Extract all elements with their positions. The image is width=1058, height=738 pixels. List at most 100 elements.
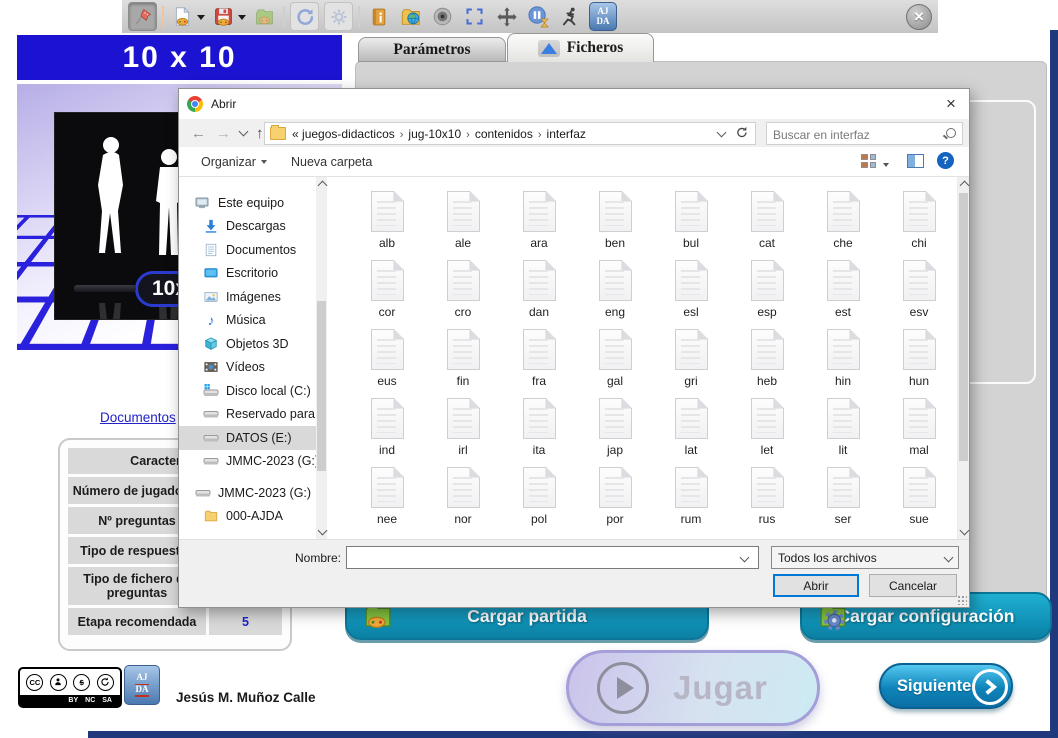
sidebar-item-jmmc-2023[interactable]: JMMC-2023 (G:) xyxy=(179,450,316,474)
sidebar-item-datos-e[interactable]: DATOS (E:) xyxy=(179,426,316,450)
sidebar-scrollbar[interactable] xyxy=(316,177,327,539)
sidebar-item-jmmc-2023-group[interactable]: JMMC-2023 (G:) xyxy=(179,481,316,505)
view-mode-icon[interactable] xyxy=(861,154,876,168)
exit-run-icon[interactable] xyxy=(557,3,584,30)
history-chevron-icon[interactable] xyxy=(239,127,249,137)
file-item[interactable]: hun xyxy=(881,329,957,398)
file-item[interactable]: gri xyxy=(653,329,729,398)
tab-ficheros[interactable]: Ficheros xyxy=(507,33,654,62)
file-item[interactable]: esl xyxy=(653,260,729,329)
file-item[interactable]: est xyxy=(805,260,881,329)
resize-grip[interactable] xyxy=(957,595,967,605)
file-item[interactable]: eng xyxy=(577,260,653,329)
file-item[interactable]: let xyxy=(729,398,805,467)
sidebar-item-000-ajda[interactable]: 000-AJDA xyxy=(179,505,316,529)
siguiente-button[interactable]: Siguiente xyxy=(879,663,1013,709)
file-name-input[interactable] xyxy=(346,546,759,569)
file-item[interactable]: jap xyxy=(577,398,653,467)
preview-pane-icon[interactable] xyxy=(907,154,924,168)
file-item[interactable]: pol xyxy=(501,467,577,536)
new-folder-button[interactable]: Nueva carpeta xyxy=(291,147,372,176)
address-bar[interactable]: « juegos-didacticos›jug-10x10›contenidos… xyxy=(264,122,756,145)
move-arrows-icon[interactable] xyxy=(493,3,520,30)
file-item[interactable]: ind xyxy=(349,398,425,467)
jugar-button[interactable]: Jugar xyxy=(566,650,820,726)
up-arrow-icon[interactable]: ↑ xyxy=(256,126,264,141)
file-item[interactable]: gal xyxy=(577,329,653,398)
file-item[interactable]: sue xyxy=(881,467,957,536)
file-item[interactable]: bul xyxy=(653,191,729,260)
file-item[interactable]: cor xyxy=(349,260,425,329)
file-item[interactable]: ben xyxy=(577,191,653,260)
organize-button[interactable]: Organizar xyxy=(201,147,267,176)
sidebar-item-descargas[interactable]: Descargas xyxy=(179,215,316,239)
address-dropdown-icon[interactable] xyxy=(717,127,727,137)
file-list-scrollbar[interactable] xyxy=(957,177,969,539)
file-item[interactable]: ser xyxy=(805,467,881,536)
web-folder-icon[interactable] xyxy=(397,3,424,30)
settings-gear-icon[interactable] xyxy=(324,2,353,31)
help-book-icon[interactable] xyxy=(365,3,392,30)
file-item[interactable]: ale xyxy=(425,191,501,260)
search-box[interactable] xyxy=(766,122,963,145)
help-icon[interactable]: ? xyxy=(937,152,954,169)
file-item[interactable]: ara xyxy=(501,191,577,260)
file-item[interactable]: hin xyxy=(805,329,881,398)
file-item[interactable]: nee xyxy=(349,467,425,536)
file-item[interactable]: irl xyxy=(425,398,501,467)
file-item[interactable]: che xyxy=(805,191,881,260)
load-game-button[interactable] xyxy=(251,3,278,30)
sidebar-item-reservado[interactable]: Reservado para e xyxy=(179,403,316,427)
breadcrumb[interactable]: « juegos-didacticos›jug-10x10›contenidos… xyxy=(292,127,718,141)
scrollbar-thumb[interactable] xyxy=(317,301,326,471)
sidebar-item-imagenes[interactable]: Imágenes xyxy=(179,285,316,309)
sidebar-item-musica[interactable]: ♪ Música xyxy=(179,309,316,333)
back-arrow-icon[interactable]: ← xyxy=(191,126,206,141)
view-dropdown-icon[interactable] xyxy=(883,163,889,170)
refresh-icon[interactable] xyxy=(290,2,319,31)
scroll-down-icon[interactable] xyxy=(959,526,969,536)
file-item[interactable]: esp xyxy=(729,260,805,329)
ajda-logo-footer[interactable]: AJ DA xyxy=(124,665,160,705)
file-item[interactable]: por xyxy=(577,467,653,536)
file-item[interactable]: dan xyxy=(501,260,577,329)
fullscreen-icon[interactable] xyxy=(461,3,488,30)
file-item[interactable]: esv xyxy=(881,260,957,329)
file-item[interactable]: nor xyxy=(425,467,501,536)
save-game-button[interactable] xyxy=(210,3,246,30)
refresh-icon[interactable] xyxy=(735,126,748,142)
file-item[interactable]: lit xyxy=(805,398,881,467)
sidebar-item-objetos-3d[interactable]: Objetos 3D xyxy=(179,332,316,356)
dialog-titlebar[interactable]: Abrir × xyxy=(179,89,969,119)
file-type-select[interactable]: Todos los archivos xyxy=(771,546,959,569)
file-item[interactable]: cat xyxy=(729,191,805,260)
documents-link[interactable]: Documentos xyxy=(100,410,176,425)
forward-arrow-icon[interactable]: → xyxy=(216,126,231,141)
file-item[interactable]: cro xyxy=(425,260,501,329)
sidebar-item-disco-local-c[interactable]: Disco local (C:) xyxy=(179,379,316,403)
tab-parametros[interactable]: Parámetros xyxy=(358,37,506,62)
abrir-button[interactable]: Abrir xyxy=(773,574,859,597)
dialog-close-button[interactable]: × xyxy=(937,91,965,117)
scroll-down-icon[interactable] xyxy=(317,526,327,536)
pause-timer-icon[interactable] xyxy=(525,3,552,30)
new-game-button[interactable] xyxy=(169,3,205,30)
sound-speaker-icon[interactable] xyxy=(429,3,456,30)
search-input[interactable] xyxy=(771,124,945,145)
file-item[interactable]: alb xyxy=(349,191,425,260)
file-item[interactable]: fra xyxy=(501,329,577,398)
cancelar-button[interactable]: Cancelar xyxy=(869,574,957,597)
file-item[interactable]: chi xyxy=(881,191,957,260)
file-item[interactable]: fin xyxy=(425,329,501,398)
scroll-up-icon[interactable] xyxy=(959,181,969,191)
scrollbar-thumb[interactable] xyxy=(959,193,968,461)
file-item[interactable]: heb xyxy=(729,329,805,398)
file-item[interactable]: lat xyxy=(653,398,729,467)
file-item[interactable]: mal xyxy=(881,398,957,467)
scroll-up-icon[interactable] xyxy=(317,181,327,191)
cc-license-badge[interactable]: CC $ BY NC SA xyxy=(18,667,122,708)
sidebar-item-videos[interactable]: Vídeos xyxy=(179,356,316,380)
sidebar-item-este-equipo[interactable]: Este equipo xyxy=(179,191,316,215)
file-item[interactable]: eus xyxy=(349,329,425,398)
sidebar-item-documentos[interactable]: Documentos xyxy=(179,238,316,262)
